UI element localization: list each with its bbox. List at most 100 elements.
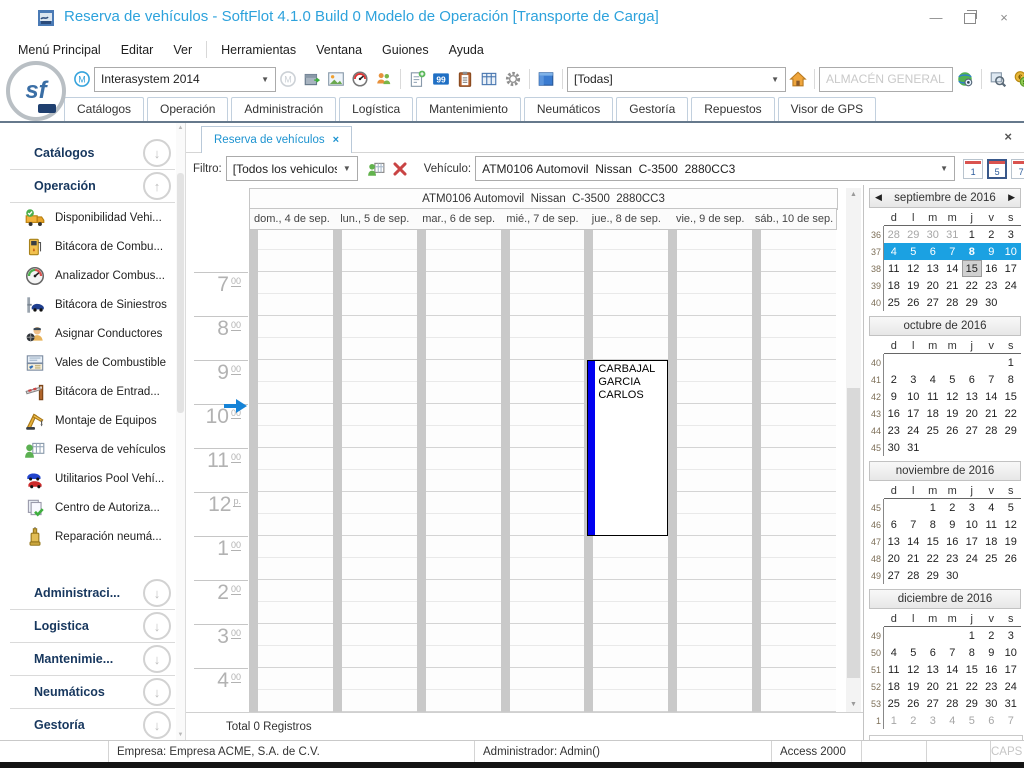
- globe-icon[interactable]: [955, 69, 975, 89]
- sidebar-group-logistica[interactable]: Logistica↓: [0, 610, 185, 642]
- calendar-date[interactable]: 16: [943, 533, 963, 550]
- calendar-date[interactable]: 13: [884, 533, 904, 550]
- calendar-date[interactable]: 20: [962, 405, 982, 422]
- panel-icon[interactable]: [536, 69, 556, 89]
- calendar-date[interactable]: 12: [904, 661, 924, 678]
- menu-item-herramientas[interactable]: Herramientas: [211, 39, 306, 61]
- sidebar-group-cat-logos[interactable]: Catálogos↓: [0, 137, 185, 169]
- calendar-date[interactable]: 16: [982, 260, 1002, 277]
- view-7-button[interactable]: 7: [1011, 159, 1024, 179]
- grid-icon[interactable]: [479, 69, 499, 89]
- sidebar-item-vales-de-combustible[interactable]: Vales de Combustible: [0, 348, 185, 377]
- clear-filter-icon[interactable]: [390, 159, 410, 179]
- calendar-date[interactable]: 29: [1001, 422, 1021, 439]
- calendar-date[interactable]: 3: [923, 712, 943, 729]
- calendar-date[interactable]: 31: [904, 439, 924, 456]
- calendar-date[interactable]: 2: [982, 627, 1002, 644]
- calendar-date[interactable]: 2: [884, 371, 904, 388]
- calendar-date[interactable]: 23: [982, 678, 1002, 695]
- panel-close-icon[interactable]: ×: [1004, 129, 1012, 144]
- calendar-date[interactable]: 30: [884, 439, 904, 456]
- calendar-date[interactable]: 17: [1001, 260, 1021, 277]
- tab-close-icon[interactable]: ×: [333, 134, 339, 146]
- sidebar-group-administraci[interactable]: Administraci...↓: [0, 577, 185, 609]
- calendar-date[interactable]: 10: [1001, 644, 1021, 661]
- calendar-date[interactable]: 31: [1001, 695, 1021, 712]
- sidebar-item-reparaci-n-neum[interactable]: Reparación neumá...: [0, 522, 185, 551]
- calendar-date[interactable]: 25: [982, 550, 1002, 567]
- expand-arrow-icon[interactable]: ↓: [143, 678, 171, 706]
- calendar-date[interactable]: 27: [923, 294, 943, 311]
- calendar-date[interactable]: 28: [904, 567, 924, 584]
- search-tools-icon[interactable]: [988, 69, 1008, 89]
- calendar-date[interactable]: 5: [943, 371, 963, 388]
- calendar-date[interactable]: 30: [982, 695, 1002, 712]
- m-badge-disabled-icon[interactable]: M: [278, 69, 298, 89]
- calendar-date[interactable]: 16: [884, 405, 904, 422]
- vehicle-selector[interactable]: ATM0106 Automovil Nissan C-3500 2880CC3 …: [475, 156, 955, 181]
- calendar-date[interactable]: 14: [982, 388, 1002, 405]
- calendar-date[interactable]: 29: [962, 695, 982, 712]
- calendar-date[interactable]: 3: [904, 371, 924, 388]
- calendar-date[interactable]: 25: [884, 695, 904, 712]
- menu-item-ventana[interactable]: Ventana: [306, 39, 372, 61]
- calendar-date[interactable]: 28: [943, 695, 963, 712]
- calendar-date[interactable]: 23: [982, 277, 1002, 294]
- new-document-icon[interactable]: [407, 69, 427, 89]
- calendar-date[interactable]: 25: [884, 294, 904, 311]
- ribbon-tab-gestor-a[interactable]: Gestoría: [616, 97, 688, 121]
- calendar-date[interactable]: 24: [1001, 678, 1021, 695]
- image-icon[interactable]: [326, 69, 346, 89]
- calendar-date[interactable]: 24: [962, 550, 982, 567]
- assign-person-icon[interactable]: [366, 159, 386, 179]
- clipboard-icon[interactable]: [455, 69, 475, 89]
- calendar-date[interactable]: 11: [884, 260, 904, 277]
- calendar-date[interactable]: 22: [1001, 405, 1021, 422]
- calendar-date[interactable]: 18: [884, 678, 904, 695]
- calendar-date[interactable]: 27: [884, 567, 904, 584]
- ribbon-tab-neum-ticos[interactable]: Neumáticos: [524, 97, 613, 121]
- calendar-date[interactable]: 28: [982, 422, 1002, 439]
- sidebar-item-bit-cora-de-entrad[interactable]: Bitácora de Entrad...: [0, 377, 185, 406]
- document-tab-reserva[interactable]: Reserva de vehículos ×: [201, 126, 352, 153]
- restore-icon[interactable]: [962, 10, 978, 24]
- calendar-date[interactable]: 12: [904, 260, 924, 277]
- calendar-date[interactable]: 23: [884, 422, 904, 439]
- m-badge-icon[interactable]: M: [72, 69, 92, 89]
- menu-item-ayuda[interactable]: Ayuda: [439, 39, 494, 61]
- calendar-date[interactable]: 28: [943, 294, 963, 311]
- sidebar-item-centro-de-autoriza[interactable]: Centro de Autoriza...: [0, 493, 185, 522]
- calendar-date[interactable]: 7: [982, 371, 1002, 388]
- sidebar-group-mantenimie[interactable]: Mantenimie...↓: [0, 643, 185, 675]
- calendar-date[interactable]: 5: [904, 243, 924, 260]
- calendar-date[interactable]: 30: [982, 294, 1002, 311]
- calendar-date[interactable]: 9: [884, 388, 904, 405]
- calendar-date[interactable]: 3: [1001, 627, 1021, 644]
- calendar-date[interactable]: 30: [943, 567, 963, 584]
- calendar-date[interactable]: 8: [923, 516, 943, 533]
- calendar-date[interactable]: 30: [923, 226, 943, 243]
- calendar-date[interactable]: 6: [884, 516, 904, 533]
- calendar-date[interactable]: 1: [884, 712, 904, 729]
- users-icon[interactable]: [374, 69, 394, 89]
- calendar-date[interactable]: 12: [943, 388, 963, 405]
- collapse-arrow-icon[interactable]: ↑: [143, 172, 171, 200]
- expand-arrow-icon[interactable]: ↓: [143, 612, 171, 640]
- expand-arrow-icon[interactable]: ↓: [143, 645, 171, 673]
- calendar-date[interactable]: 17: [1001, 661, 1021, 678]
- calendar-date[interactable]: 14: [904, 533, 924, 550]
- calendar-date[interactable]: 16: [982, 661, 1002, 678]
- calendar-date[interactable]: 7: [943, 243, 963, 260]
- ribbon-tab-cat-logos[interactable]: Catálogos: [64, 97, 144, 121]
- calendar-date[interactable]: 29: [923, 567, 943, 584]
- calendar-date[interactable]: 12: [1001, 516, 1021, 533]
- day-column-4[interactable]: [501, 228, 585, 712]
- calendar-date[interactable]: 15: [1001, 388, 1021, 405]
- warehouse-input[interactable]: [819, 67, 953, 92]
- calendar-date[interactable]: 29: [904, 226, 924, 243]
- calendar-date[interactable]: 1: [923, 499, 943, 516]
- scroll-up-icon[interactable]: ▲: [846, 188, 861, 202]
- calendar-date[interactable]: 3: [962, 499, 982, 516]
- day-column-6[interactable]: [668, 228, 752, 712]
- calendar-date[interactable]: 18: [884, 277, 904, 294]
